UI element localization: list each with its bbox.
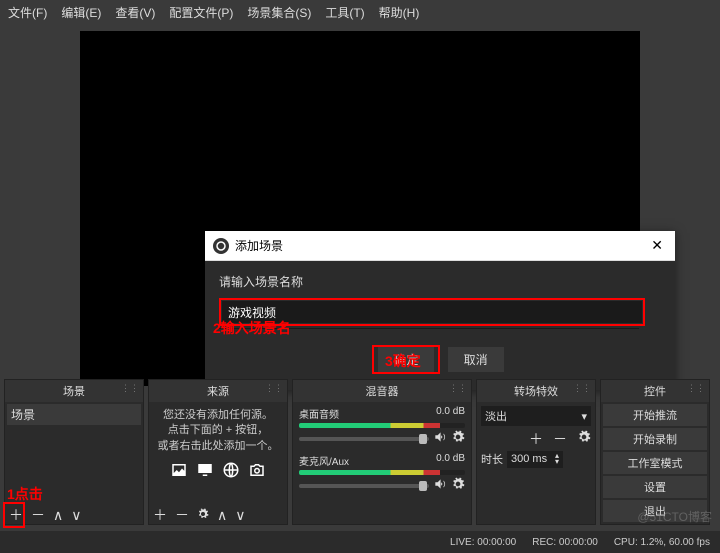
scene-down-button[interactable]: ∨ [71,508,81,522]
dialog-prompt: 请输入场景名称 [219,273,661,290]
speaker-icon[interactable] [433,430,447,447]
ch2-slider[interactable] [299,484,429,488]
start-record-button[interactable]: 开始录制 [603,428,707,450]
sources-empty-1: 您还没有添加任何源。 [155,408,281,423]
sources-empty-3: 或者右击此处添加一个。 [155,439,281,454]
annotation-input: 2输入场景名 [213,318,291,338]
obs-icon [213,238,229,254]
menu-edit[interactable]: 编辑(E) [61,4,101,21]
menu-help[interactable]: 帮助(H) [379,4,420,21]
remove-transition-button[interactable]: － [553,432,567,446]
menu-tools[interactable]: 工具(T) [325,4,364,21]
sources-panel: 来源⋮⋮ 您还没有添加任何源。 点击下面的 + 按钮， 或者右击此处添加一个。 … [148,379,288,525]
gear-icon[interactable] [577,430,591,447]
source-down-button[interactable]: ∨ [235,508,245,522]
status-live: LIVE: 00:00:00 [450,537,516,548]
gear-icon[interactable] [451,430,465,447]
controls-panel: 控件⋮⋮ 开始推流 开始录制 工作室模式 设置 退出 [600,379,710,525]
duration-input[interactable]: 300 ms▴▾ [507,451,563,468]
ch2-level: 0.0 dB [436,453,465,468]
menubar: 文件(F) 编辑(E) 查看(V) 配置文件(P) 场景集合(S) 工具(T) … [0,0,720,25]
close-icon[interactable]: ✕ [647,237,667,254]
controls-title: 控件 [644,386,666,398]
scenes-panel: 场景 ⋮⋮ 场景 1点击 ＋ － ∧ ∨ [4,379,144,525]
scenes-toolbar: ＋ － ∧ ∨ [5,506,143,524]
status-cpu: CPU: 1.2%, 60.00 fps [614,537,710,548]
globe-source-icon [220,460,242,480]
drag-icon[interactable]: ⋮⋮ [573,383,591,394]
ch2-meter [299,470,465,475]
display-source-icon [194,460,216,480]
sources-empty-2: 点击下面的 + 按钮， [155,423,281,438]
ch1-level: 0.0 dB [436,406,465,421]
remove-scene-button[interactable]: － [31,508,45,522]
menu-view[interactable]: 查看(V) [115,4,155,21]
dialog-title: 添加场景 [235,237,283,254]
drag-icon[interactable]: ⋮⋮ [687,383,705,394]
speaker-icon[interactable] [433,477,447,494]
watermark: @51CTO博客 [637,508,712,525]
image-source-icon [168,460,190,480]
scenes-title: 场景 [63,386,85,398]
remove-source-button[interactable]: － [175,508,189,522]
scene-item[interactable]: 场景 [7,404,141,425]
preview-area: 添加场景 ✕ 请输入场景名称 确定 取消 2输入场景名 3确定 [80,31,640,386]
transitions-title: 转场特效 [514,386,558,398]
dialog-titlebar: 添加场景 ✕ [205,231,675,261]
ch2-name: 麦克风/Aux [299,453,349,468]
ch1-name: 桌面音频 [299,406,339,421]
add-transition-button[interactable]: ＋ [529,432,543,446]
cancel-button[interactable]: 取消 [448,347,504,372]
studio-mode-button[interactable]: 工作室模式 [603,452,707,474]
source-up-button[interactable]: ∧ [217,508,227,522]
settings-button[interactable]: 设置 [603,476,707,498]
menu-scene-collection[interactable]: 场景集合(S) [247,4,311,21]
start-stream-button[interactable]: 开始推流 [603,404,707,426]
mixer-title: 混音器 [366,386,399,398]
sources-title: 来源 [207,386,229,398]
duration-label: 时长 [481,451,503,467]
statusbar: LIVE: 00:00:00 REC: 00:00:00 CPU: 1.2%, … [0,531,720,553]
status-rec: REC: 00:00:00 [532,537,598,548]
mixer-panel: 混音器 ⋮⋮ 桌面音频 0.0 dB 麦克风/Aux 0.0 dB [292,379,472,525]
add-scene-dialog: 添加场景 ✕ 请输入场景名称 确定 取消 [205,231,675,390]
scene-up-button[interactable]: ∧ [53,508,63,522]
source-settings-button[interactable] [197,508,209,522]
menu-profile[interactable]: 配置文件(P) [169,4,233,21]
ch1-slider[interactable] [299,437,429,441]
transition-select[interactable]: 淡出▾ [481,406,591,426]
transitions-panel: 转场特效 ⋮⋮ 淡出▾ ＋ － 时长 300 ms▴▾ [476,379,596,525]
add-scene-button[interactable]: ＋ [9,508,23,522]
ch1-meter [299,423,465,428]
annotation-click: 1点击 [7,484,145,504]
menu-file[interactable]: 文件(F) [8,4,47,21]
drag-icon[interactable]: ⋮⋮ [449,383,467,394]
add-source-button[interactable]: ＋ [153,508,167,522]
gear-icon[interactable] [451,477,465,494]
drag-icon[interactable]: ⋮⋮ [121,383,139,394]
annotation-confirm: 3确定 [385,351,421,371]
camera-source-icon [246,460,268,480]
drag-icon[interactable]: ⋮⋮ [265,383,283,394]
sources-toolbar: ＋ － ∧ ∨ [149,506,287,524]
chevron-down-icon: ▾ [581,410,587,423]
